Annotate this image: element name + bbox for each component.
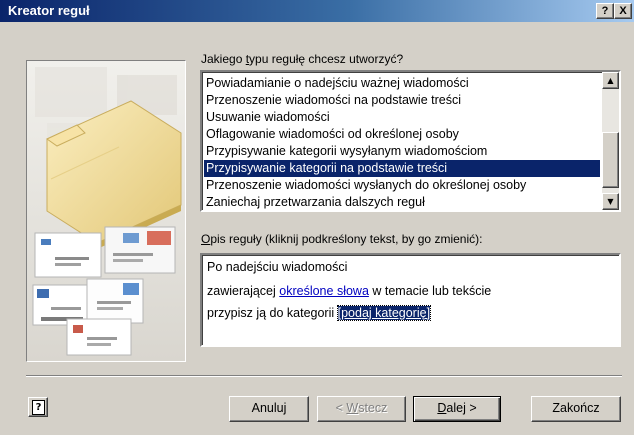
close-icon: X	[619, 5, 627, 17]
rule-type-item[interactable]: Zaniechaj przetwarzania dalszych reguł	[204, 194, 600, 210]
rule-type-list[interactable]: Powiadamianie o nadejściu ważnej wiadomo…	[204, 75, 600, 210]
next-button[interactable]: Dalej >	[413, 396, 501, 422]
rules-wizard-window: Kreator reguł ? X Jakiego typu regułę ch…	[0, 0, 634, 435]
question-icon: ?	[601, 5, 609, 17]
specific-words-link[interactable]: określone słowa	[279, 284, 369, 298]
back-button-pre: <	[335, 401, 347, 415]
rule-type-item[interactable]: Usuwanie wiadomości	[204, 109, 600, 126]
cancel-button[interactable]: Anuluj	[229, 396, 309, 422]
rule-description-box: Po nadejściu wiadomości zawierającej okr…	[200, 253, 621, 347]
help-title-button[interactable]: ?	[596, 3, 614, 19]
description-line-3-pre: przypisz ją do kategorii	[207, 306, 338, 320]
back-button-key: W	[346, 401, 359, 415]
back-button[interactable]: < Wstecz	[317, 396, 406, 422]
description-line-2-post: w temacie lub tekście	[368, 284, 492, 298]
rule-type-item[interactable]: Przypisywanie kategorii wysyłanym wiadom…	[204, 143, 600, 160]
next-button-post: alej >	[446, 401, 477, 415]
title-bar[interactable]: Kreator reguł ? X	[0, 0, 634, 22]
separator	[26, 375, 622, 377]
rule-type-item[interactable]: Przenoszenie wiadomości wysłanych do okr…	[204, 177, 600, 194]
scroll-down-button[interactable]: ▼	[602, 193, 619, 210]
scroll-thumb[interactable]	[602, 132, 619, 188]
rule-type-item[interactable]: Powiadamianie o nadejściu ważnej wiadomo…	[204, 75, 600, 92]
rule-description-label-post: pis reguły (kliknij podkreślony tekst, b…	[210, 232, 483, 246]
rule-type-item[interactable]: Oflagowanie wiadomości od określonej oso…	[204, 126, 600, 143]
help-icon: ?	[32, 400, 45, 415]
description-line-3: przypisz ją do kategorii [podaj kategori…	[207, 305, 432, 321]
rule-type-item[interactable]: Przypisywanie kategorii na podstawie tre…	[204, 160, 600, 177]
rule-description-label: Opis reguły (kliknij podkreślony tekst, …	[201, 232, 482, 246]
rule-type-label-pre: Jakiego	[201, 52, 246, 66]
vertical-scrollbar[interactable]: ▲ ▼	[602, 72, 619, 210]
rule-type-label-post: ypu regułę chcesz utworzyć?	[249, 52, 404, 66]
rule-type-listbox[interactable]: Powiadamianie o nadejściu ważnej wiadomo…	[200, 70, 621, 212]
specify-category-link[interactable]: [podaj kategorię]	[336, 305, 432, 321]
arrow-down-icon: ▼	[607, 197, 614, 206]
scroll-up-button[interactable]: ▲	[602, 72, 619, 89]
window-title: Kreator reguł	[8, 3, 90, 18]
rule-type-label: Jakiego typu regułę chcesz utworzyć?	[201, 52, 403, 66]
rule-type-item[interactable]: Przenoszenie wiadomości na podstawie tre…	[204, 92, 600, 109]
back-button-post: stecz	[358, 401, 388, 415]
arrow-up-icon: ▲	[607, 76, 614, 85]
rule-description-label-key: O	[201, 232, 211, 246]
help-button[interactable]: ?	[28, 397, 48, 417]
description-line-2: zawierającej określone słowa w temacie l…	[207, 284, 491, 298]
close-button[interactable]: X	[614, 3, 632, 19]
wizard-illustration	[26, 60, 186, 362]
finish-button[interactable]: Zakończ	[531, 396, 621, 422]
folder-envelopes-icon	[27, 61, 185, 361]
description-line-1: Po nadejściu wiadomości	[207, 260, 348, 274]
description-line-2-pre: zawierającej	[207, 284, 280, 298]
